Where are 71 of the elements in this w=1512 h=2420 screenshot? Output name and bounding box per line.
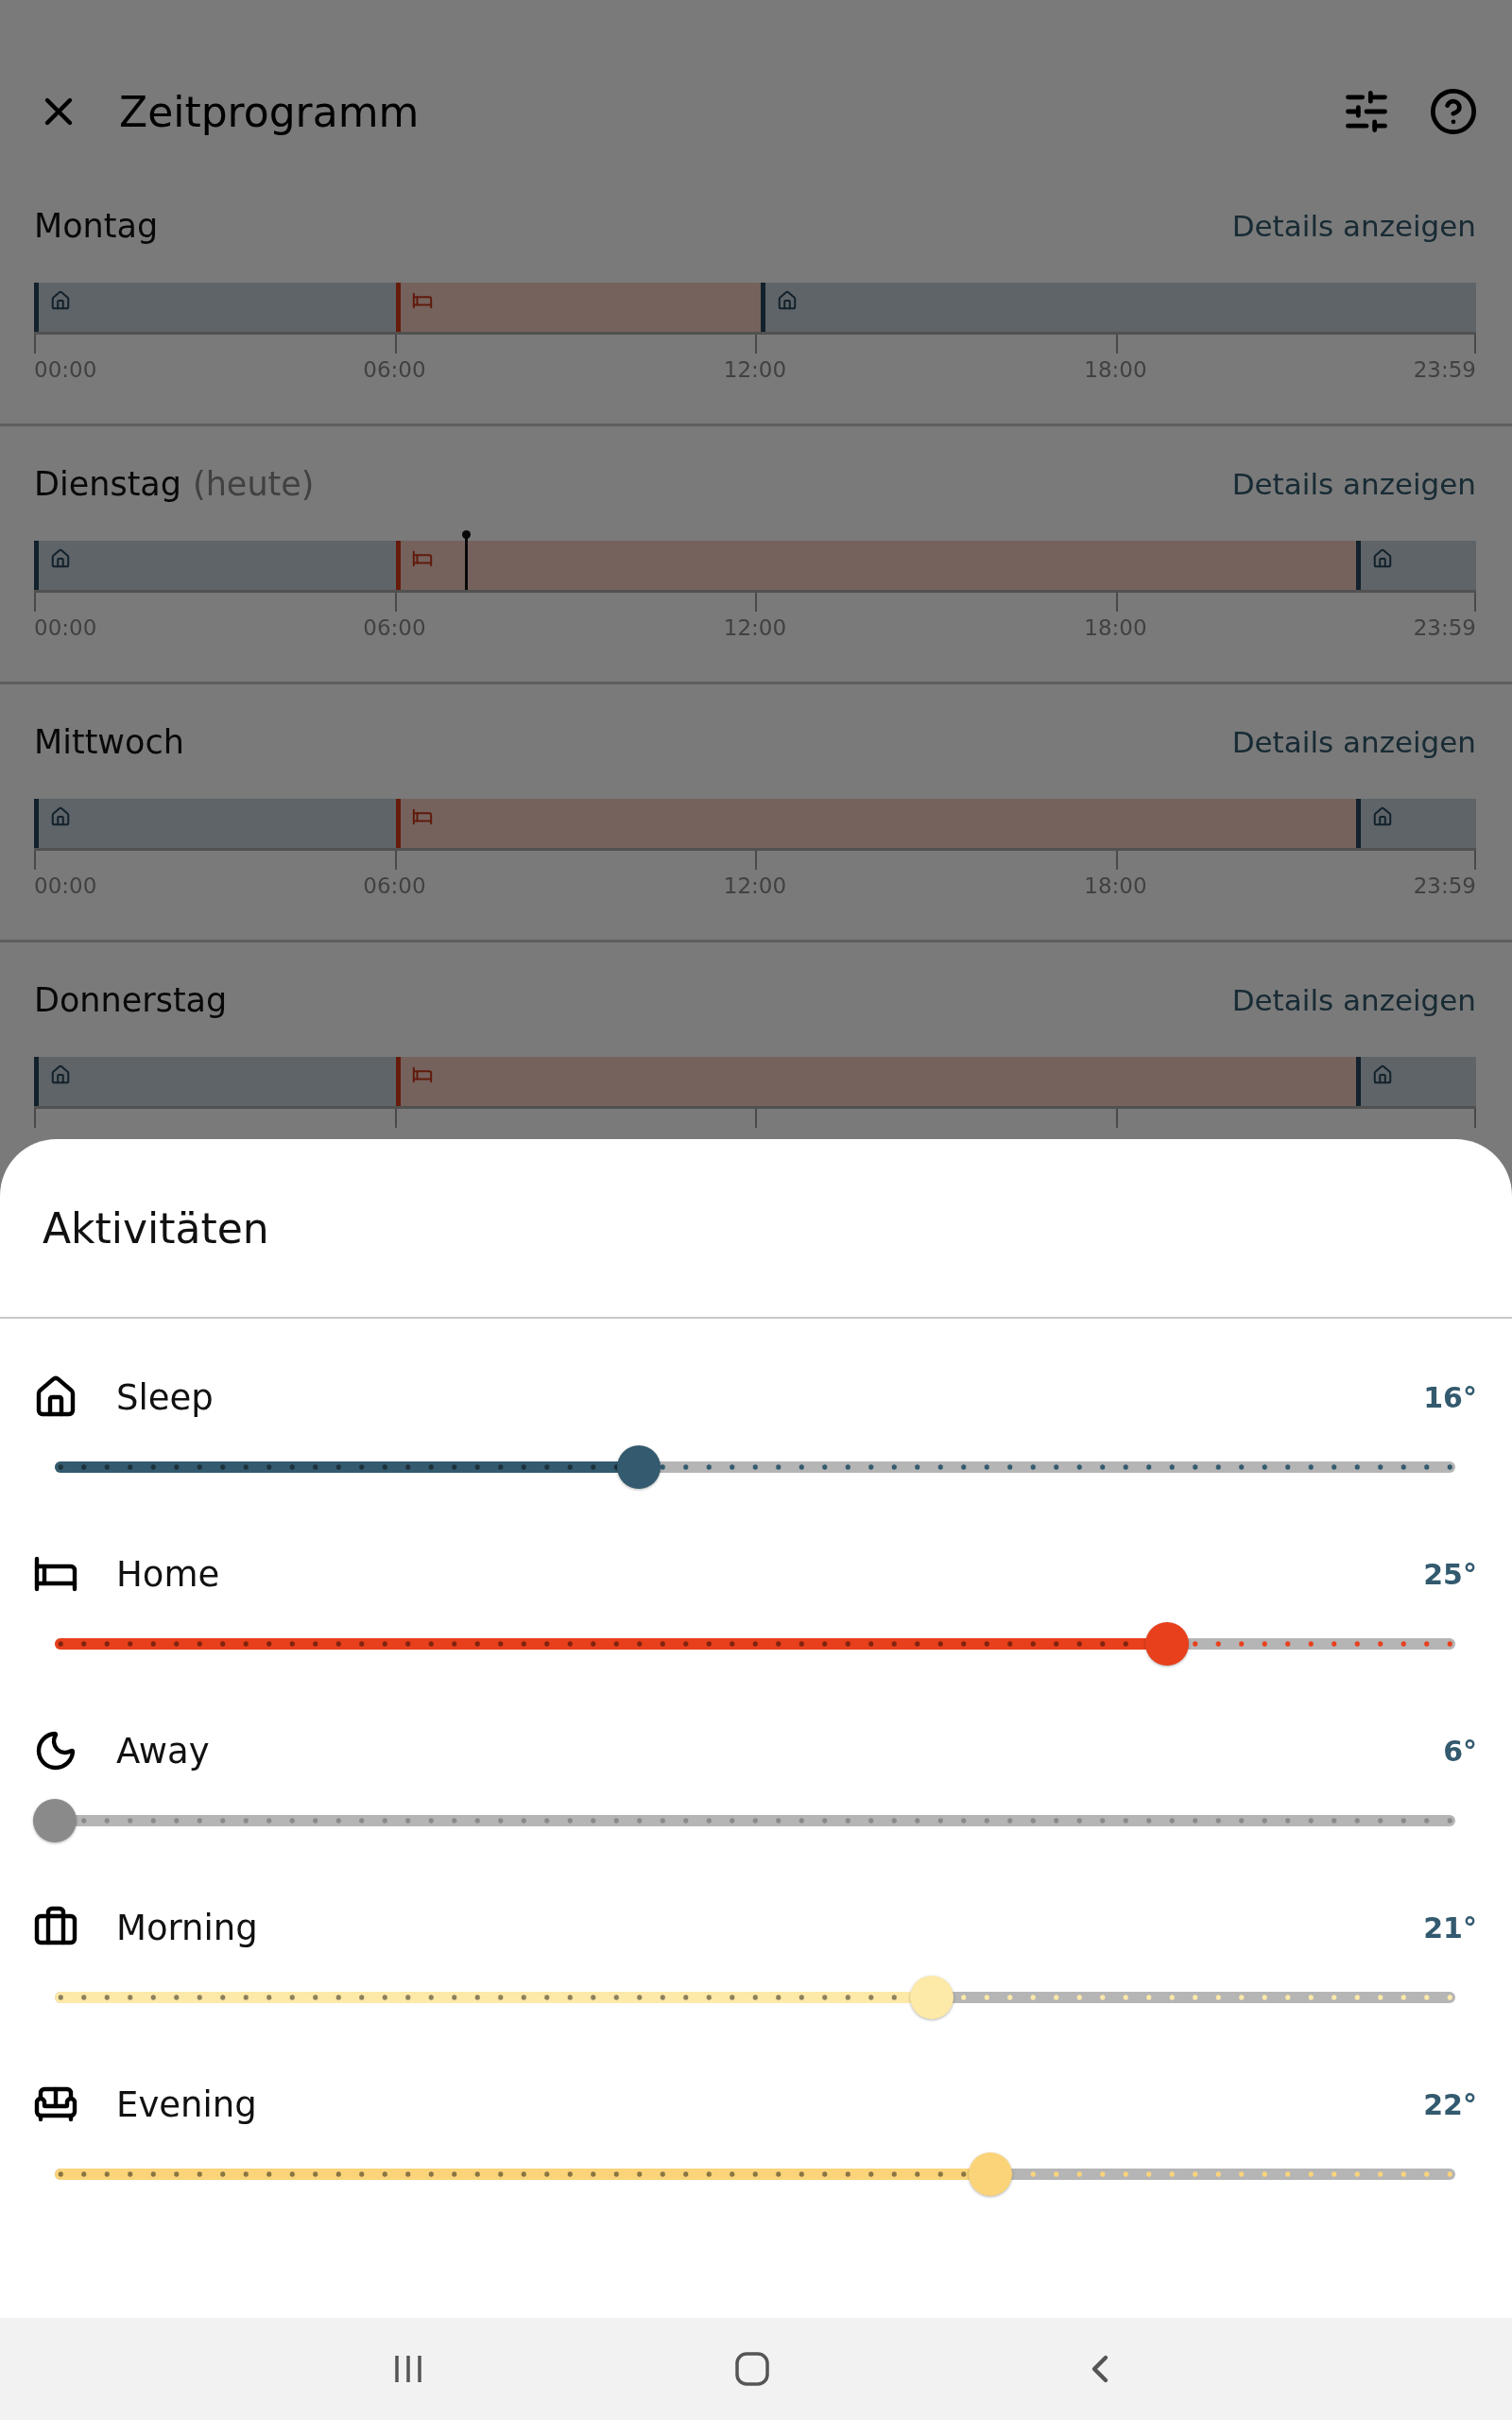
day-name: Mittwoch (34, 723, 184, 761)
activity-name: Home (116, 1553, 221, 1595)
bed-icon (412, 548, 433, 569)
time-label: 18:00 (1084, 615, 1147, 640)
temperature-value: 22° (1423, 2087, 1477, 2121)
segment-start-marker[interactable] (761, 283, 766, 332)
slider-thumb[interactable] (909, 1976, 954, 2019)
time-label: 12:00 (723, 873, 787, 898)
activity-name: Sleep (116, 1376, 215, 1418)
house-icon (777, 290, 799, 311)
schedule-segment[interactable] (1361, 541, 1476, 590)
segment-start-marker[interactable] (396, 283, 401, 332)
bed-icon (412, 1064, 433, 1085)
time-label: 12:00 (723, 357, 787, 382)
segment-start-marker[interactable] (1356, 799, 1362, 848)
segment-start-marker[interactable] (396, 1057, 401, 1106)
temperature-value: 16° (1423, 1380, 1477, 1414)
time-label: 00:00 (34, 873, 97, 898)
house-icon (1372, 1064, 1394, 1085)
time-label: 06:00 (363, 873, 426, 898)
segment-start-marker[interactable] (1356, 1057, 1362, 1106)
details-link[interactable]: Details anzeigen (1231, 983, 1476, 1017)
segment-start-marker[interactable] (396, 541, 401, 590)
activity-name: Away (116, 1730, 211, 1772)
segment-start-marker[interactable] (1356, 541, 1362, 590)
segment-start-marker[interactable] (396, 799, 401, 848)
segment-start-marker[interactable] (34, 541, 39, 590)
time-label: 18:00 (1084, 357, 1147, 382)
slider-thumb[interactable] (1144, 1622, 1189, 1666)
time-label: 23:59 (1413, 615, 1476, 640)
details-link[interactable]: Details anzeigen (1231, 467, 1476, 501)
temperature-value: 6° (1443, 1734, 1477, 1768)
house-icon (1372, 548, 1394, 569)
schedule-segment[interactable] (1361, 1057, 1476, 1106)
home-button[interactable] (733, 2350, 771, 2388)
house-icon (50, 806, 71, 827)
day-name: Dienstag (34, 465, 181, 503)
bed-icon (412, 290, 433, 311)
schedule-segment[interactable] (1361, 799, 1476, 848)
help-icon (1429, 87, 1478, 136)
temperature-value: 21° (1423, 1910, 1477, 1945)
house-icon (50, 548, 71, 569)
day-name: Montag (34, 207, 159, 245)
day-name: Donnerstag (34, 981, 228, 1019)
segment-start-marker[interactable] (34, 1057, 39, 1106)
time-label: 18:00 (1084, 873, 1147, 898)
page-title: Zeitprogramm (119, 87, 421, 136)
time-label: 06:00 (363, 615, 426, 640)
details-link[interactable]: Details anzeigen (1231, 209, 1476, 243)
house-icon (1372, 806, 1394, 827)
temperature-value: 25° (1423, 1557, 1477, 1591)
time-label: 00:00 (34, 357, 97, 382)
time-label: 06:00 (363, 357, 426, 382)
slider-thumb[interactable] (617, 1445, 661, 1489)
today-note: (heute) (193, 465, 315, 503)
time-label: 00:00 (34, 615, 97, 640)
time-label: 23:59 (1413, 357, 1476, 382)
sheet-title: Aktivitäten (42, 1202, 270, 1254)
time-label: 12:00 (723, 615, 787, 640)
slider-thumb[interactable] (968, 2152, 1012, 2196)
details-link[interactable]: Details anzeigen (1231, 725, 1476, 759)
time-label: 23:59 (1413, 873, 1476, 898)
activity-name: Evening (116, 2083, 258, 2125)
segment-start-marker[interactable] (34, 799, 39, 848)
help-button[interactable] (1429, 87, 1478, 136)
segment-start-marker[interactable] (34, 283, 39, 332)
house-icon (50, 290, 71, 311)
activity-name: Morning (116, 1907, 259, 1948)
slider-thumb[interactable] (33, 1799, 77, 1842)
bed-icon (412, 806, 433, 827)
house-icon (50, 1064, 71, 1085)
